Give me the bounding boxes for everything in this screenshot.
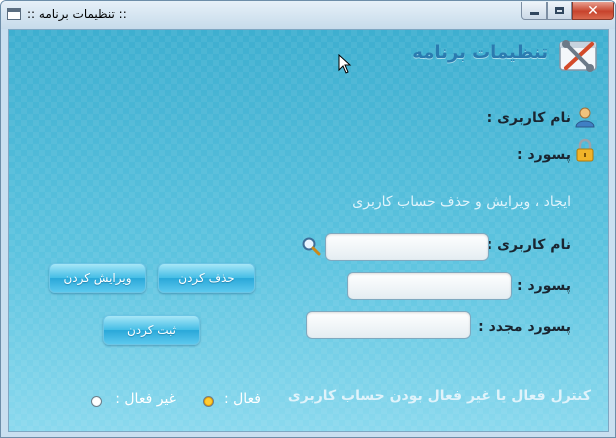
- window-icon: [7, 8, 21, 20]
- inactive-radio[interactable]: [91, 396, 102, 407]
- magnifier-icon[interactable]: [301, 236, 321, 256]
- settings-panel: تنظیمات برنامه نام کاربری : پسورد : ایجا…: [8, 29, 609, 432]
- edit-button[interactable]: ویرایش کردن: [49, 263, 146, 293]
- tools-icon: [559, 40, 597, 72]
- active-radio[interactable]: [203, 396, 214, 407]
- mouse-cursor-icon: [338, 54, 352, 74]
- maximize-button[interactable]: [547, 2, 572, 20]
- current-password-label: پسورد :: [517, 147, 571, 163]
- delete-button[interactable]: حذف کردن: [158, 263, 255, 293]
- status-section-heading: کنترل فعال یا غیر فعال بودن حساب کاربری: [287, 388, 591, 404]
- username-input[interactable]: [325, 233, 489, 261]
- current-username-label: نام کاربری :: [486, 110, 571, 126]
- close-button[interactable]: ✕: [572, 2, 614, 20]
- confirm-password-label: پسورد مجدد :: [478, 319, 571, 335]
- user-icon: [575, 107, 595, 128]
- window-title: :: تنظیمات برنامه ::: [27, 7, 127, 21]
- active-label: فعال :: [223, 391, 261, 407]
- username-label: نام کاربری :: [486, 237, 571, 253]
- account-section-heading: ایجاد ، ویرایش و حذف حساب کاربری: [352, 194, 571, 210]
- title-bar: :: تنظیمات برنامه :: ✕: [1, 1, 615, 29]
- minimize-button[interactable]: [521, 2, 547, 20]
- page-title: تنظیمات برنامه: [412, 42, 548, 63]
- close-icon: ✕: [587, 2, 599, 19]
- settings-window: :: تنظیمات برنامه :: ✕ تنظیمات برنامه نا…: [0, 0, 616, 438]
- register-button[interactable]: ثبت کردن: [103, 315, 200, 345]
- minimize-icon: [529, 12, 539, 15]
- confirm-password-input[interactable]: [306, 311, 471, 339]
- password-label: پسورد :: [517, 278, 571, 294]
- password-input[interactable]: [347, 272, 512, 300]
- inactive-label: غیر فعال :: [115, 391, 176, 407]
- padlock-icon: [576, 138, 594, 162]
- maximize-icon: [555, 7, 564, 14]
